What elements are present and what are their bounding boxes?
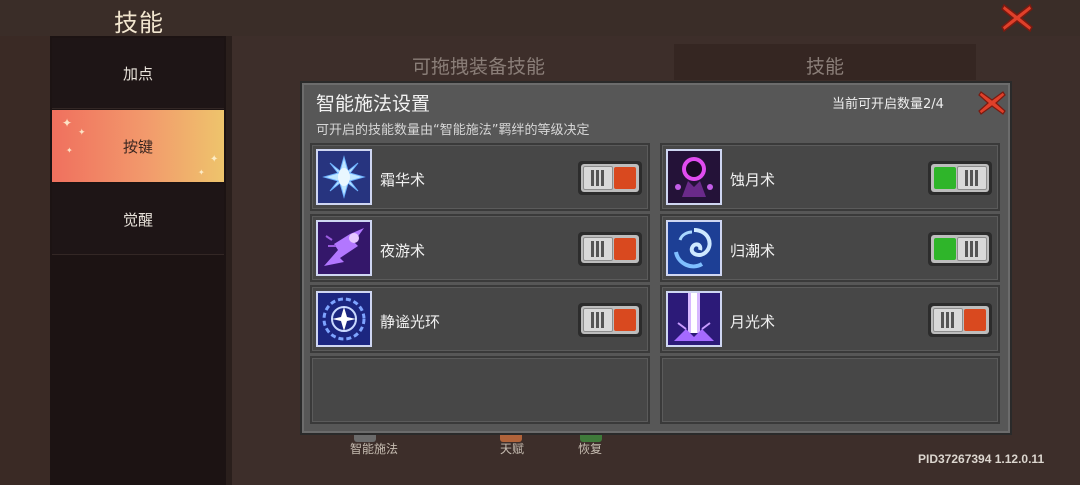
close-icon[interactable] [978, 89, 1006, 117]
sidebar-item-keybind[interactable]: ✦ ✦ ✦ ✦ ✦ 按键 [52, 110, 224, 182]
skill-name: 归潮术 [730, 242, 776, 260]
skill-name: 月光术 [730, 313, 776, 331]
skill-toggle[interactable] [928, 161, 992, 195]
sidebar-item-label: 觉醒 [122, 210, 153, 229]
enabled-count: 当前可开启数量2/4 [832, 97, 944, 112]
skill-toggle[interactable] [578, 161, 642, 195]
skill-toggle[interactable] [578, 232, 642, 266]
skill-toggle[interactable] [928, 232, 992, 266]
eclipse-icon [666, 149, 722, 205]
skill-card: 霜华术 [310, 143, 650, 211]
skill-card: 月光术 [660, 285, 1000, 353]
skill-name: 夜游术 [380, 242, 426, 260]
bottom-tab-talent[interactable]: 天赋 [500, 440, 524, 457]
sidebar-item-label: 加点 [122, 64, 153, 83]
sparkle-icon: ✦ [78, 128, 86, 138]
bottom-tab-recover[interactable]: 恢复 [578, 440, 602, 457]
sparkle-icon: ✦ [210, 154, 219, 165]
draggable-skills-heading: 可拖拽装备技能 [412, 56, 546, 78]
sidebar-item-awaken[interactable]: 觉醒 [52, 184, 224, 255]
close-icon[interactable] [1000, 2, 1034, 34]
sparkle-icon: ✦ [66, 146, 73, 155]
version-label: PID37267394 1.12.0.11 [918, 452, 1045, 466]
skill-card: 蚀月术 [660, 143, 1000, 211]
page-title: 技能 [114, 9, 164, 37]
empty-skill-slot [660, 356, 1000, 424]
skill-name: 霜华术 [380, 171, 426, 189]
empty-skill-slot [310, 356, 650, 424]
skill-card: 夜游术 [310, 214, 650, 282]
tide-vortex-icon [666, 220, 722, 276]
night-walk-icon [316, 220, 372, 276]
skill-toggle[interactable] [578, 303, 642, 337]
top-bar: 技能 [0, 0, 1080, 37]
frost-flower-icon [316, 149, 372, 205]
sidebar-item-label: 按键 [122, 137, 153, 156]
skills-heading: 技能 [806, 56, 845, 78]
skill-card: 静谧光环 [310, 285, 650, 353]
dialog-title: 智能施法设置 [316, 93, 431, 115]
sidebar-item-add-points[interactable]: 加点 [52, 38, 224, 109]
skill-name: 蚀月术 [730, 171, 776, 189]
moonlight-beam-icon [666, 291, 722, 347]
sidebar: 加点 ✦ ✦ ✦ ✦ ✦ 按键 觉醒 [50, 36, 226, 485]
serene-aura-icon [316, 291, 372, 347]
skill-name: 静谧光环 [380, 313, 441, 331]
smart-cast-dialog: 智能施法设置 可开启的技能数量由“智能施法”羁绊的等级决定 当前可开启数量2/4 [300, 81, 1012, 435]
dialog-subtitle: 可开启的技能数量由“智能施法”羁绊的等级决定 [316, 123, 590, 138]
bottom-tab-smart-cast[interactable]: 智能施法 [350, 440, 398, 457]
sparkle-icon: ✦ [62, 116, 73, 130]
left-gutter [0, 36, 50, 485]
skill-card: 归潮术 [660, 214, 1000, 282]
sparkle-icon: ✦ [198, 168, 205, 177]
skill-toggle[interactable] [928, 303, 992, 337]
